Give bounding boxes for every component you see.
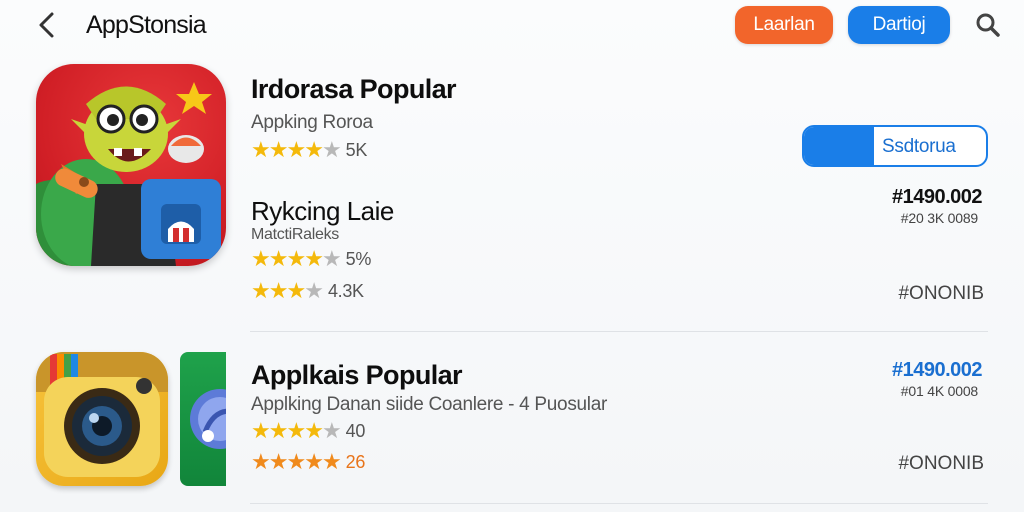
star-empty-icon: ★ (304, 278, 324, 303)
chevron-left-icon (39, 12, 54, 38)
star-icon: ★ (304, 418, 324, 443)
star-empty-icon: ★ (321, 137, 342, 162)
star-icon: ★ (286, 278, 306, 303)
star-icon: ★ (251, 278, 271, 303)
rating-count-3a: 40 (345, 420, 366, 441)
star-icon: ★ (251, 449, 271, 474)
star-icon: ★ (268, 449, 289, 474)
app-action-button[interactable]: Ssdtorua (802, 125, 988, 167)
star-icon: ★ (286, 137, 306, 162)
search-button[interactable] (975, 12, 1001, 38)
camera-icon (36, 352, 168, 477)
star-empty-icon: ★ (321, 246, 342, 271)
star-icon: ★ (304, 246, 324, 271)
star-empty-icon: ★ (321, 418, 342, 443)
star-icon: ★ (251, 246, 271, 271)
star-icon: ★ (251, 137, 271, 162)
star-icon: ★ (268, 246, 289, 271)
rating-3b: ★ ★ ★ ★ ★ 26 (251, 451, 365, 473)
rank-sub-3: #01 4K 0008 (900, 383, 978, 399)
rating-2b: ★ ★ ★ ★ 4.3K (251, 280, 364, 302)
blue-header-button[interactable]: Dartioj (848, 6, 950, 44)
rank-main-3: #1490.002 (891, 359, 983, 381)
star-icon: ★ (286, 418, 306, 443)
divider (250, 503, 988, 504)
app-title: AppStonsia (86, 11, 207, 39)
app-title-1[interactable]: Irdorasa Popular (251, 74, 457, 105)
rating-3a: ★ ★ ★ ★ ★ 40 (251, 420, 365, 442)
action-button-fill (804, 127, 874, 165)
game-character-icon (36, 82, 221, 266)
star-icon: ★ (268, 418, 289, 443)
rating-count-2b: 4.3K (327, 280, 364, 301)
globe-icon (190, 389, 226, 449)
star-icon: ★ (268, 278, 289, 303)
code-3: #ONONIB (898, 453, 984, 474)
search-icon (976, 13, 1000, 37)
app-icon-camera[interactable] (36, 352, 168, 486)
app-subtitle-3: Applking Danan siide Coanlere - 4 Puosul… (251, 394, 608, 415)
app-icon-partial[interactable] (180, 352, 226, 486)
code-2: #ONONIB (898, 283, 984, 304)
app-subtitle-1: Appking Roroa (251, 112, 373, 133)
app-subtitle-2: MatctiRaleks (251, 226, 339, 243)
star-icon: ★ (304, 449, 324, 474)
action-button-label: Ssdtorua (882, 136, 956, 157)
orange-header-button[interactable]: Laarlan (735, 6, 833, 44)
rating-count-3b: 26 (345, 451, 366, 472)
app-title-2[interactable]: Rykcing Laie (251, 196, 394, 227)
rank-main-2: #1490.002 (891, 186, 983, 208)
rating-1: ★ ★ ★ ★ ★ 5K (251, 139, 367, 161)
rank-sub-2: #20 3K 0089 (900, 210, 978, 226)
star-icon: ★ (286, 449, 306, 474)
rating-count-1: 5K (345, 139, 368, 160)
star-icon: ★ (286, 246, 306, 271)
divider (250, 331, 988, 332)
star-icon: ★ (268, 137, 289, 162)
star-icon: ★ (251, 418, 271, 443)
back-button[interactable] (34, 10, 60, 40)
app-icon-game[interactable] (36, 64, 226, 266)
app-title-3[interactable]: Applkais Popular (251, 360, 463, 391)
rating-count-2a: 5% (345, 248, 372, 269)
star-icon: ★ (304, 137, 324, 162)
star-icon: ★ (321, 449, 342, 474)
rating-2a: ★ ★ ★ ★ ★ 5% (251, 248, 371, 270)
top-bar: AppStonsia Laarlan Dartioj (0, 0, 1024, 52)
